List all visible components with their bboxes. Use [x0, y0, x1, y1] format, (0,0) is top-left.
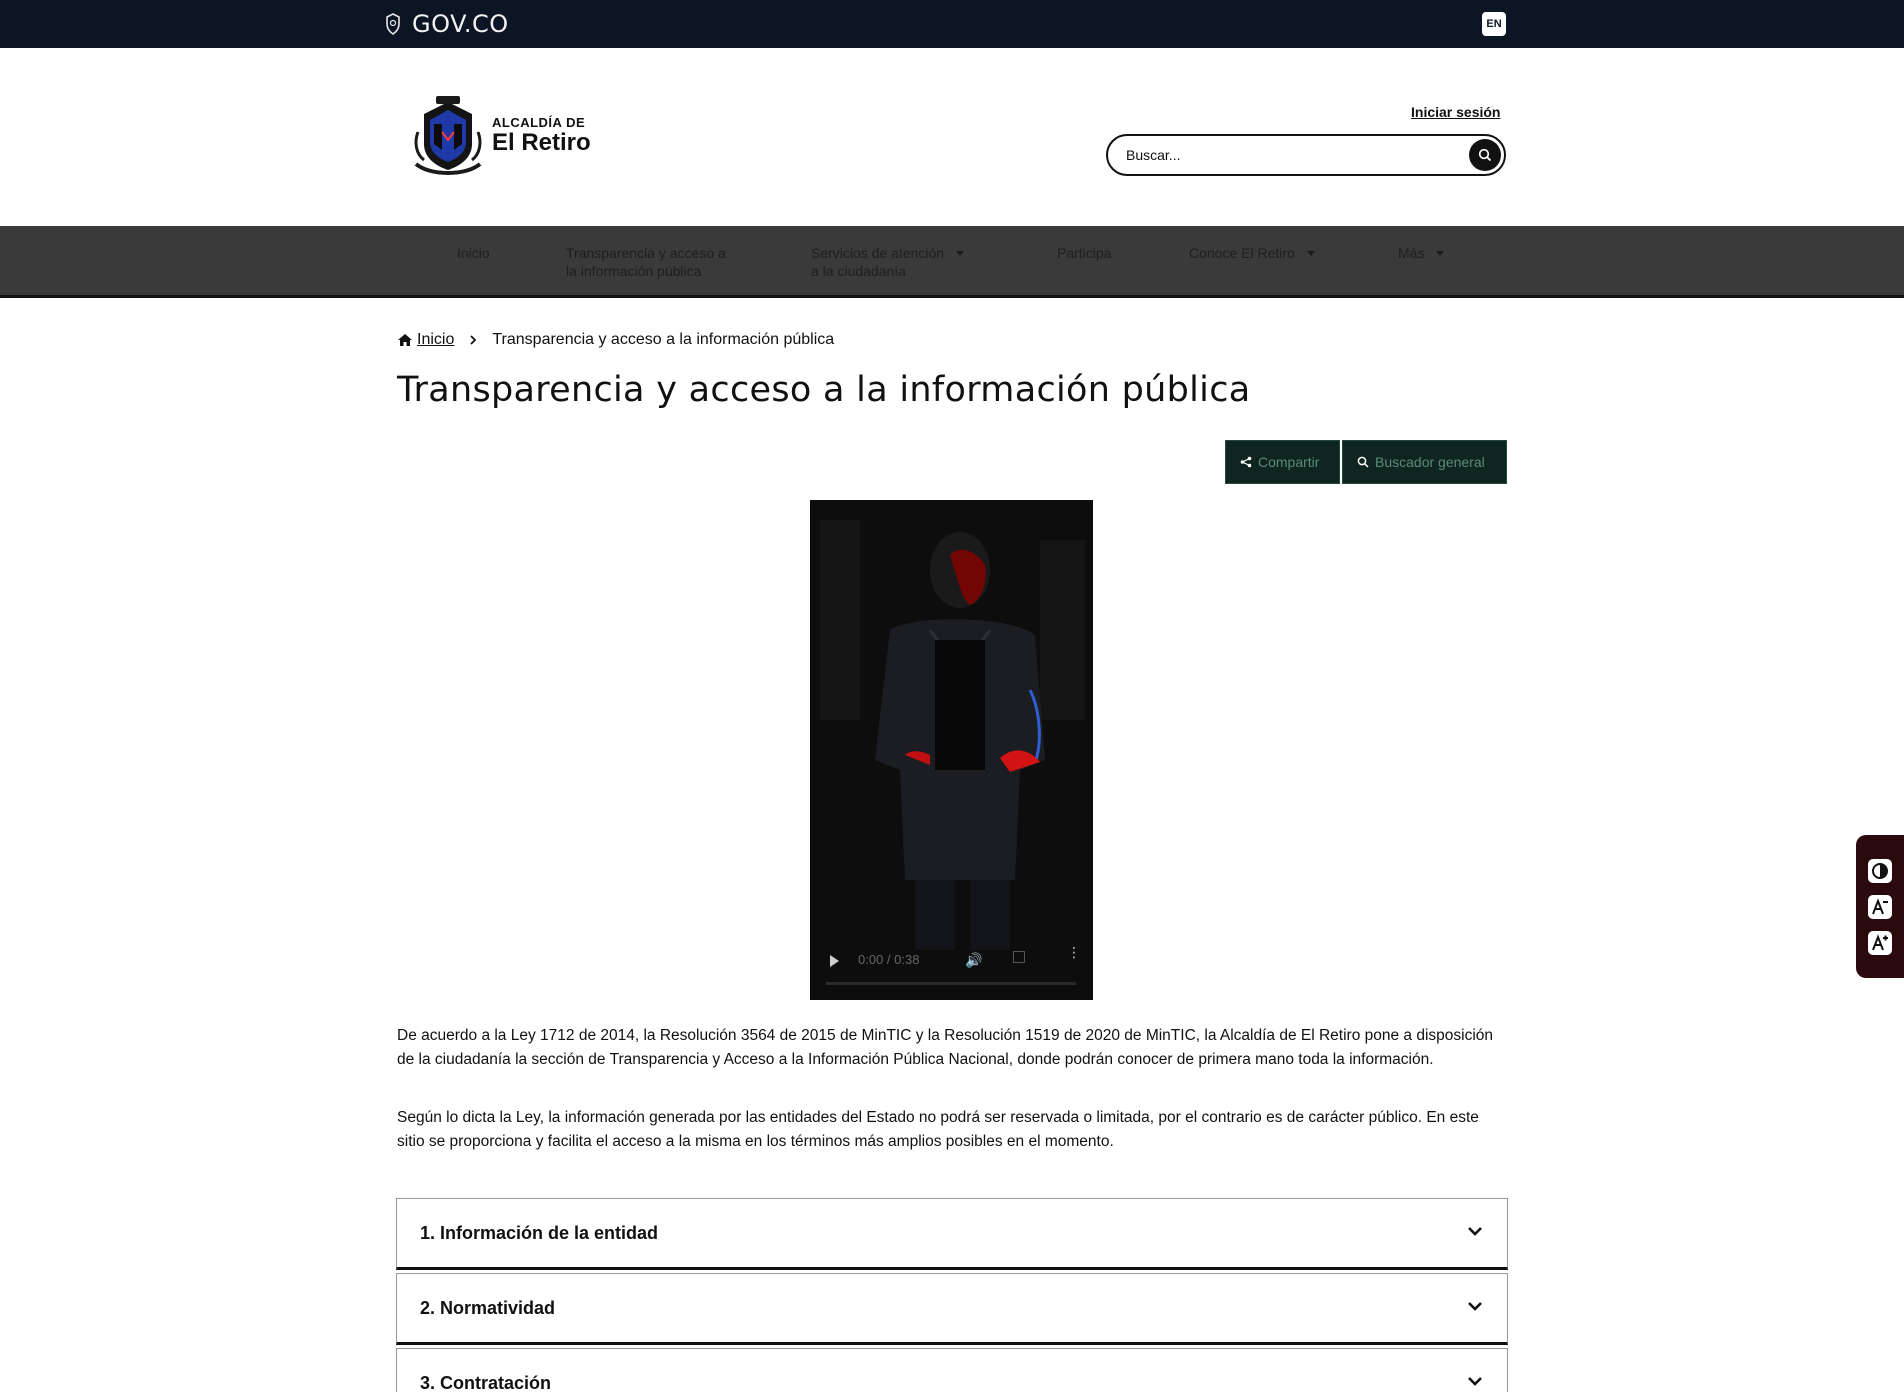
- volume-icon[interactable]: 🔊: [965, 952, 982, 969]
- general-search-button[interactable]: Buscador general: [1342, 440, 1507, 484]
- nav-item-label: Más: [1398, 245, 1425, 261]
- nav-item-transparencia[interactable]: Transparencia y acceso a la información …: [566, 244, 726, 280]
- play-icon[interactable]: [830, 955, 839, 967]
- nav-item-label: Inicio: [457, 245, 490, 261]
- logo-top-text: ALCALDÍA DE: [492, 114, 586, 130]
- breadcrumb-current: Transparencia y acceso a la información …: [492, 331, 835, 348]
- search-button[interactable]: [1469, 139, 1501, 171]
- chevron-down-icon: [1468, 1302, 1482, 1311]
- govco-brand[interactable]: GOV.CO: [384, 10, 509, 38]
- breadcrumb-home-label: Inicio: [417, 331, 455, 348]
- accordion-label: 2. Normatividad: [420, 1298, 556, 1318]
- chevron-down-icon: [1468, 1377, 1482, 1386]
- video-time: 0:00 / 0:38: [858, 952, 920, 967]
- search-icon: [1357, 456, 1369, 468]
- nav-item-mas[interactable]: Más: [1398, 244, 1445, 262]
- increase-text-icon: [1872, 934, 1888, 951]
- main-nav: Inicio Transparencia y acceso a la infor…: [0, 226, 1904, 298]
- share-label: Compartir: [1258, 454, 1320, 470]
- breadcrumb: Inicio Transparencia y acceso a la infor…: [397, 331, 834, 349]
- general-search-label: Buscador general: [1375, 454, 1485, 470]
- chevron-right-icon: [470, 335, 477, 345]
- nav-item-conoce[interactable]: Conoce El Retiro: [1189, 244, 1315, 262]
- contrast-icon: [1872, 863, 1888, 879]
- nav-item-servicios[interactable]: Servicios de atención a la ciudadanía: [811, 244, 965, 280]
- govco-label: GOV.CO: [412, 10, 509, 38]
- govco-shield-icon: [386, 13, 400, 35]
- nav-item-label: Participa: [1057, 245, 1112, 261]
- govco-bar: GOV.CO EN: [0, 0, 1904, 48]
- page-actions: Compartir Buscador general: [1225, 440, 1507, 484]
- share-icon: [1240, 456, 1252, 468]
- fullscreen-icon[interactable]: [1013, 951, 1025, 963]
- nav-item-label: Servicios de atención: [811, 245, 945, 261]
- site-logo[interactable]: ALCALDÍA DE El Retiro: [410, 92, 591, 178]
- law-paragraph: Según lo dicta la Ley, la información ge…: [397, 1109, 1479, 1150]
- nav-item-label: Conoce El Retiro: [1189, 245, 1295, 261]
- logo-text: ALCALDÍA DE El Retiro: [492, 116, 591, 155]
- caret-down-icon: [1306, 251, 1315, 256]
- site-header: ALCALDÍA DE El Retiro Iniciar sesión: [0, 48, 1904, 226]
- nav-item-inicio[interactable]: Inicio: [457, 244, 490, 262]
- more-options-icon[interactable]: ⋮: [1067, 945, 1081, 959]
- search-input[interactable]: [1126, 144, 1436, 166]
- municipal-crest-icon: [414, 96, 482, 175]
- login-link[interactable]: Iniciar sesión: [1411, 104, 1500, 120]
- nav-item-label: la información pública: [566, 263, 702, 279]
- video-frame: [810, 500, 1093, 1000]
- video-controls: 0:00 / 0:38 🔊 ⋮: [810, 930, 1093, 1000]
- language-toggle-button[interactable]: EN: [1482, 12, 1506, 36]
- increase-text-button[interactable]: [1868, 931, 1892, 955]
- video-progress-track[interactable]: [826, 982, 1076, 985]
- decrease-text-icon: [1872, 898, 1888, 915]
- nav-item-participa[interactable]: Participa: [1057, 244, 1111, 262]
- logo-name-text: El Retiro: [492, 128, 591, 156]
- home-icon: [398, 334, 412, 346]
- chevron-down-icon: [1468, 1227, 1482, 1236]
- decrease-text-button[interactable]: [1868, 895, 1892, 919]
- nav-item-label: Transparencia y acceso a: [566, 245, 726, 261]
- nav-item-label: a la ciudadanía: [811, 263, 906, 279]
- share-button[interactable]: Compartir: [1225, 440, 1340, 484]
- intro-paragraph: De acuerdo a la Ley 1712 de 2014, la Res…: [397, 1027, 1494, 1068]
- accordion-item-informacion[interactable]: 1. Información de la entidad: [396, 1198, 1508, 1270]
- search-icon: [1478, 148, 1492, 162]
- accordion-label: 1. Información de la entidad: [420, 1223, 659, 1243]
- accordion-item-contratacion[interactable]: 3. Contratación: [396, 1348, 1508, 1392]
- accordion-item-normatividad[interactable]: 2. Normatividad: [396, 1273, 1508, 1345]
- accordion-label: 3. Contratación: [420, 1373, 552, 1392]
- search-box: [1106, 134, 1506, 176]
- contrast-button[interactable]: [1868, 859, 1892, 883]
- video-player[interactable]: 0:00 / 0:38 🔊 ⋮: [810, 500, 1093, 1000]
- caret-down-icon: [956, 251, 965, 256]
- caret-down-icon: [1436, 251, 1445, 256]
- breadcrumb-home-link[interactable]: Inicio: [397, 331, 454, 349]
- page-title: Transparencia y acceso a la información …: [397, 370, 1251, 410]
- accessibility-panel: [1856, 835, 1904, 978]
